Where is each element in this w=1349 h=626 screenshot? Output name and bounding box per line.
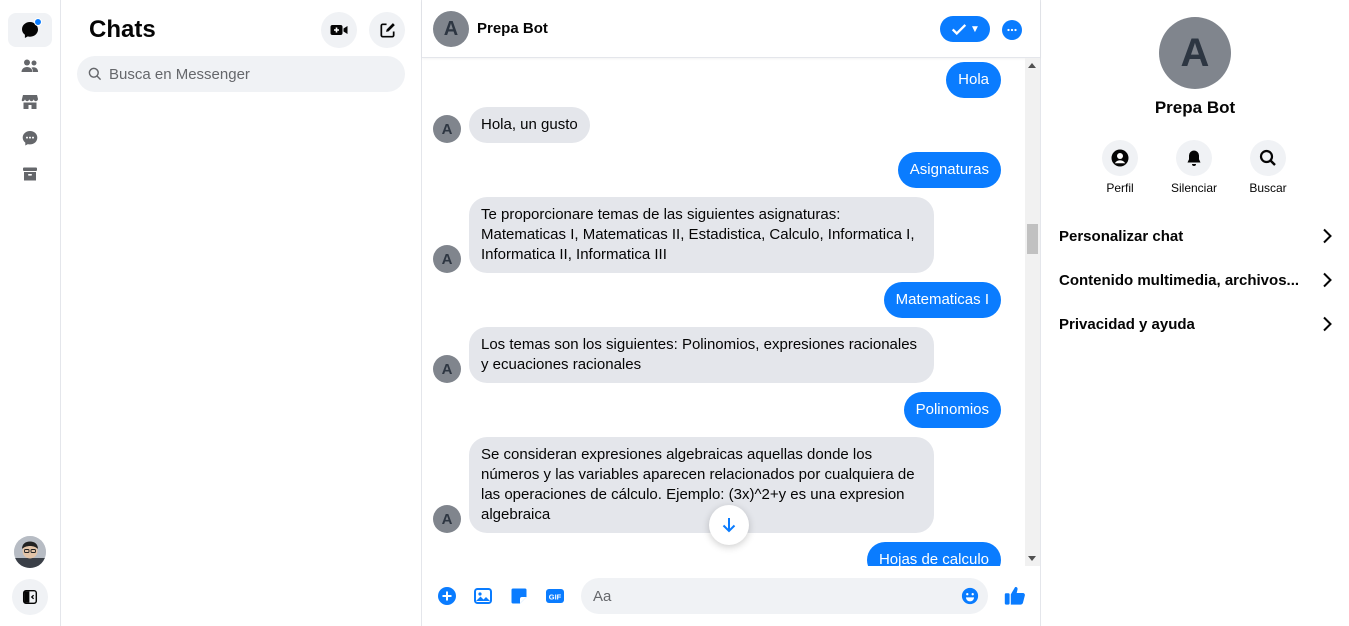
checkmark-icon	[951, 24, 967, 36]
like-button[interactable]	[1003, 583, 1027, 607]
media-files-row[interactable]: Contenido multimedia, archivos...	[1049, 260, 1341, 300]
chevron-down-icon: ▼	[970, 23, 980, 35]
scroll-down-arrow[interactable]	[1028, 556, 1036, 561]
more-actions-button[interactable]	[436, 585, 458, 607]
gif-icon: GIF	[546, 589, 564, 603]
profile-icon	[1111, 149, 1129, 167]
message-bubble-sent[interactable]: Polinomios	[903, 392, 1001, 428]
info-panel: A Prepa Bot Perfil Silenciar Buscar Pers…	[1041, 0, 1349, 626]
message-scrollbar[interactable]	[1025, 58, 1040, 566]
chevron-right-icon	[1323, 316, 1332, 332]
compose-icon	[379, 22, 395, 38]
message-avatar: A	[433, 505, 461, 533]
message-list: Hola A Hola, un gusto Asignaturas A Te p…	[422, 58, 1025, 566]
message-bubble-received[interactable]: Los temas son los siguientes: Polinomios…	[469, 327, 934, 383]
search-action-label: Buscar	[1249, 181, 1287, 195]
image-icon	[474, 588, 492, 604]
privacy-help-row[interactable]: Privacidad y ayuda	[1049, 304, 1341, 344]
mute-action[interactable]: Silenciar	[1159, 140, 1229, 195]
scroll-up-arrow[interactable]	[1028, 63, 1036, 68]
emoji-icon[interactable]	[961, 587, 979, 605]
archive-icon	[23, 167, 37, 181]
profile-action-label: Perfil	[1106, 181, 1134, 195]
info-avatar[interactable]: A	[1159, 17, 1231, 89]
conversation-info-button[interactable]	[1002, 20, 1022, 40]
customize-chat-label: Personalizar chat	[1059, 227, 1184, 245]
user-photo	[14, 536, 46, 568]
more-icon	[1007, 28, 1017, 32]
message-composer: GIF	[422, 566, 1040, 626]
message-avatar: A	[433, 115, 461, 143]
bell-icon	[1187, 150, 1201, 166]
message-bubble-received[interactable]: Te proporcionare temas de las siguientes…	[469, 197, 934, 273]
rail-marketplace-button[interactable]	[8, 85, 52, 119]
search-input[interactable]	[109, 65, 389, 83]
gif-button[interactable]: GIF	[544, 585, 566, 607]
arrow-down-icon	[722, 518, 736, 533]
contact-name[interactable]: Prepa Bot	[477, 20, 548, 37]
message-bubble-sent[interactable]: Asignaturas	[897, 152, 1001, 188]
chevron-right-icon	[1323, 272, 1332, 288]
info-contact-name: Prepa Bot	[1154, 98, 1236, 117]
message-input[interactable]	[593, 587, 943, 605]
profile-action[interactable]: Perfil	[1085, 140, 1155, 195]
user-avatar[interactable]	[14, 536, 46, 568]
rail-requests-button[interactable]	[8, 121, 52, 155]
media-files-label: Contenido multimedia, archivos...	[1059, 271, 1300, 289]
mute-action-label: Silenciar	[1170, 181, 1218, 195]
message-bubble-received[interactable]: Se consideran expresiones algebraicas aq…	[469, 437, 934, 533]
scroll-to-bottom-button[interactable]	[709, 505, 749, 545]
chat-search-box[interactable]	[77, 56, 405, 92]
sidebar-toggle-icon	[22, 589, 38, 605]
left-rail	[0, 0, 61, 626]
message-avatar: A	[433, 355, 461, 383]
conversation-panel: A Prepa Bot ▼ Hola A Hola, un gusto Asig…	[422, 0, 1041, 626]
rail-archive-button[interactable]	[8, 157, 52, 191]
thumbs-up-icon	[1004, 587, 1025, 605]
contact-avatar[interactable]: A	[433, 11, 469, 47]
chats-title: Chats	[89, 16, 156, 43]
chevron-right-icon	[1323, 228, 1332, 244]
message-bubble-sent[interactable]: Hojas de calculo	[866, 542, 1001, 566]
people-icon	[21, 59, 39, 72]
plus-circle-icon	[438, 587, 456, 605]
customize-chat-row[interactable]: Personalizar chat	[1049, 216, 1341, 256]
message-bubble-received[interactable]: Hola, un gusto	[469, 107, 590, 143]
search-icon	[1259, 149, 1276, 166]
svg-text:GIF: GIF	[549, 593, 562, 602]
toggle-sidebar-button[interactable]	[12, 579, 48, 615]
attach-photo-button[interactable]	[472, 585, 494, 607]
rail-people-button[interactable]	[8, 49, 52, 83]
search-icon	[88, 67, 102, 81]
privacy-help-label: Privacidad y ayuda	[1059, 315, 1195, 333]
scrollbar-thumb[interactable]	[1027, 224, 1038, 254]
sticker-icon	[511, 588, 527, 604]
new-message-button[interactable]	[369, 12, 405, 48]
video-plus-icon	[330, 25, 348, 35]
mark-status-button[interactable]: ▼	[940, 16, 990, 42]
conversation-header: A Prepa Bot ▼	[422, 0, 1040, 58]
marketplace-icon	[21, 95, 38, 109]
new-video-call-button[interactable]	[321, 12, 357, 48]
requests-icon	[22, 131, 38, 146]
search-action[interactable]: Buscar	[1233, 140, 1303, 195]
message-input-box[interactable]	[581, 578, 988, 614]
sticker-button[interactable]	[508, 585, 530, 607]
message-avatar: A	[433, 245, 461, 273]
chats-panel: Chats	[61, 0, 422, 626]
rail-chats-button[interactable]	[8, 13, 52, 47]
message-bubble-sent[interactable]: Hola	[946, 62, 1001, 98]
message-bubble-sent[interactable]: Matematicas I	[883, 282, 1001, 318]
